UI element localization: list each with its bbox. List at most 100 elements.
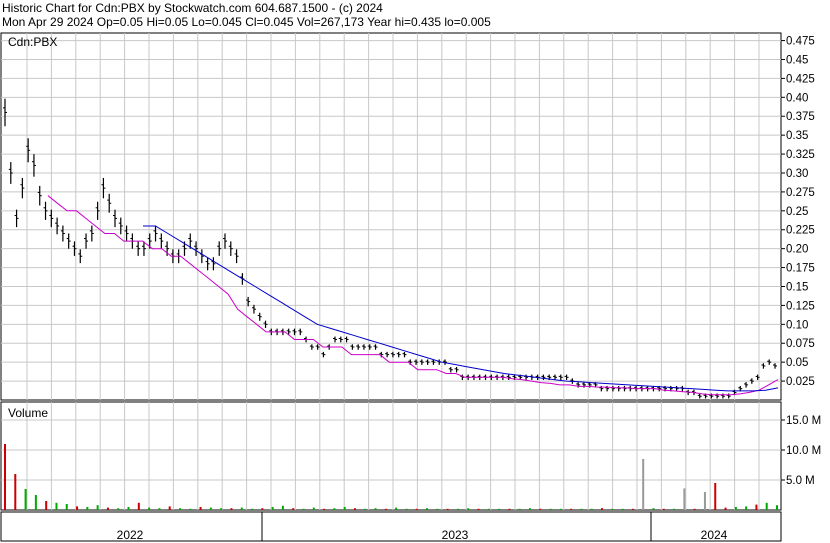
volume-bar [302,508,305,510]
volume-bar [487,508,490,510]
price-tick-label: 0.20 [786,244,808,256]
volume-bar [559,508,562,510]
volume-bar [683,488,686,510]
volume-bar [590,508,593,510]
price-panel-title: Cdn:PBX [8,35,57,49]
volume-bar [580,508,583,510]
volume-bar [199,507,202,510]
price-panel: 0.475 0.45 0.425 0.40 0.375 0.35 0.325 0.30 0.27… [0,32,815,401]
volume-bar [96,505,99,510]
volume-bar [426,508,429,510]
volume-bar [4,444,6,510]
volume-bar [528,508,531,510]
price-tick-label: 0.10 [786,319,808,331]
volume-bar [76,506,79,510]
volume-bar [312,507,315,510]
volume-bar [755,504,758,510]
volume-bar [189,508,192,510]
price-tick-label: 0.375 [786,111,815,123]
volume-bar [415,508,418,510]
price-tick-label: 0.35 [786,130,808,142]
volume-bar [158,508,161,510]
year-label: 2024 [701,528,728,542]
volume-bar [693,508,696,510]
volume-bar [498,508,501,510]
volume-bar [148,507,151,510]
volume-bar [601,508,604,510]
price-tick-label: 0.425 [786,73,815,85]
volume-panel: 15.0 M 10.0 M 5.0 M Volume [0,401,821,511]
volume-bar [642,459,645,510]
volume-bar [230,508,233,510]
volume-bar [45,501,48,510]
date-axis: 2022 2023 2024 [0,511,782,542]
price-tick-label: 0.325 [786,149,815,161]
volume-panel-title: Volume [8,406,48,420]
volume-bar [765,502,768,510]
price-tick-label: 0.225 [786,225,815,237]
volume-bar [734,507,737,510]
year-label: 2022 [117,528,144,542]
volume-bar [178,508,181,510]
volume-bar [467,508,470,510]
volume-bar [353,508,356,510]
volume-bar [127,507,130,510]
volume-bar [673,508,676,510]
price-tick-label: 0.275 [786,187,815,199]
price-tick-label: 0.40 [786,92,808,104]
volume-bar [251,508,254,510]
price-tick-label: 0.05 [786,357,808,369]
price-tick-label: 0.30 [786,168,808,180]
volume-bar [662,508,665,510]
volume-bar [374,508,377,510]
price-tick-label: 0.075 [786,338,815,350]
volume-bar [477,508,480,510]
price-tick-label: 0.025 [786,376,815,388]
volume-tick-label: 15.0 M [786,415,821,427]
volume-bar [106,507,109,510]
volume-bar [281,505,284,510]
price-tick-label: 0.15 [786,281,808,293]
volume-bar [220,508,223,510]
volume-bar [446,508,449,510]
volume-tick-label: 10.0 M [786,445,821,457]
volume-bar [323,508,326,510]
volume-bar [621,508,624,510]
volume-bar [137,502,140,510]
volume-bar [405,508,408,510]
volume-bar [34,495,37,510]
volume-bar [271,507,274,510]
volume-bar [65,504,68,510]
volume-bar [508,508,511,510]
volume-bar [86,507,89,510]
volume-bar [209,507,212,510]
volume-bar [240,507,243,510]
volume-bar [703,492,706,510]
volume-bar [384,508,387,510]
price-tick-label: 0.45 [786,54,808,66]
volume-bar [776,505,778,510]
volume-bar [395,507,398,510]
price-frame [0,32,782,401]
volume-bar [14,474,17,510]
volume-bar [364,508,367,510]
volume-bar [456,508,459,510]
volume-bar [714,483,717,510]
price-tick-label: 0.125 [786,300,815,312]
volume-bar [261,508,264,510]
volume-bar [631,508,634,510]
volume-bar [652,508,655,510]
volume-bar [292,508,295,510]
volume-bar [333,508,336,510]
price-tick-label: 0.475 [786,36,815,48]
price-tick-label: 0.25 [786,206,808,218]
year-label: 2023 [442,528,469,542]
volume-bar [549,508,552,510]
volume-bar [168,506,171,510]
volume-bar [55,502,58,510]
volume-bar [745,506,748,510]
volume-bar [436,508,439,510]
volume-bar [724,507,727,510]
volume-bar [539,508,542,510]
stock-chart: 0.475 0.45 0.425 0.40 0.375 0.35 0.325 0.30 0.27… [0,32,821,542]
